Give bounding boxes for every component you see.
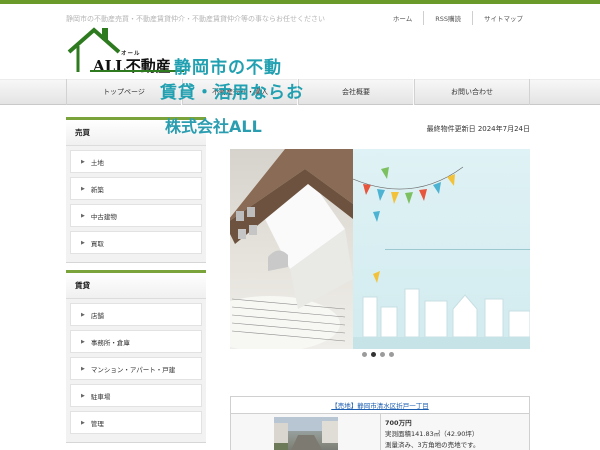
- triangle-right-icon: ▶: [81, 185, 85, 192]
- triangle-right-icon: ▶: [81, 338, 85, 345]
- triangle-right-icon: ▶: [81, 419, 85, 426]
- banner-headline-2: 賃貸・活用ならお: [160, 83, 304, 103]
- carousel-dot[interactable]: [389, 352, 394, 357]
- listing-price: 700万円: [385, 419, 412, 427]
- carousel-dot[interactable]: [362, 352, 367, 357]
- top-accent-bar: [0, 0, 600, 4]
- banner-headline-1: 静岡市の不動: [174, 58, 282, 78]
- sidebar-item-label: マンション・アパート・戸建: [90, 365, 176, 374]
- carousel-dots: [362, 352, 394, 357]
- rss-link[interactable]: RSS購読: [423, 11, 472, 25]
- site-tagline: 静岡市の不動産売買・不動産賃貸仲介・不動産賃貸仲介等の事ならお任せください: [66, 15, 325, 23]
- banner-divider: [385, 249, 530, 250]
- sidebar: 売買 ▶ 土地 ▶ 新築 ▶ 中古建物 ▶ 買取 賃貸 ▶ 店舗 ▶ 事務所・倉庫 ▶ マンシ…: [66, 117, 206, 450]
- nav-contact[interactable]: お問い合わせ: [414, 79, 530, 105]
- listing-body: 700万円 実測面積141.83㎡（42.90坪） 測量済み、3方角地の売地です…: [231, 414, 529, 450]
- sidebar-item-used-building[interactable]: ▶ 中古建物: [70, 204, 202, 227]
- sidebar-item-label: 買取: [90, 239, 104, 248]
- listing-info: 700万円 実測面積141.83㎡（42.90坪） 測量済み、3方角地の売地です…: [381, 414, 480, 450]
- listing-photo[interactable]: [273, 417, 338, 450]
- house-model-icon: [230, 149, 353, 349]
- sidebar-item-store[interactable]: ▶ 店舗: [70, 303, 202, 326]
- sidebar-item-label: 土地: [90, 158, 104, 167]
- sidebar-item-label: 中古建物: [90, 212, 117, 221]
- header-links: ホーム RSS購読 サイトマップ: [382, 11, 534, 25]
- banner-company-name: 株式会社ALL: [165, 117, 262, 136]
- triangle-right-icon: ▶: [81, 392, 85, 399]
- triangle-right-icon: ▶: [81, 311, 85, 318]
- sidebar-item-purchase[interactable]: ▶ 買取: [70, 231, 202, 254]
- land-photo-icon: [273, 417, 338, 450]
- banner-house-photo: [230, 149, 353, 349]
- listing-note: 測量済み、3方角地の売地です。: [385, 441, 480, 449]
- sidebar-item-land[interactable]: ▶ 土地: [70, 150, 202, 173]
- listing-photo-cell: [231, 414, 381, 450]
- carousel-dot[interactable]: [380, 352, 385, 357]
- home-link[interactable]: ホーム: [382, 11, 423, 25]
- sidebar-item-label: 店舗: [90, 311, 104, 320]
- listing-area: 実測面積141.83㎡（42.90坪）: [385, 430, 479, 438]
- site-logo[interactable]: オール ALL不動産: [66, 24, 184, 75]
- logo-underline: [90, 70, 184, 72]
- hero-banner[interactable]: [230, 149, 530, 349]
- carousel-dot-active[interactable]: [371, 352, 376, 357]
- triangle-right-icon: ▶: [81, 158, 85, 165]
- sidebar-section-sale: 売買 ▶ 土地 ▶ 新築 ▶ 中古建物 ▶ 買取: [66, 117, 206, 263]
- nav-company[interactable]: 会社概要: [298, 79, 414, 105]
- sidebar-item-label: 駐車場: [90, 392, 111, 401]
- triangle-right-icon: ▶: [81, 239, 85, 246]
- property-listing: 【売地】静岡市清水区折戸一丁目 700万円 実測面積141.83㎡（42.90坪…: [230, 396, 530, 450]
- triangle-right-icon: ▶: [81, 212, 85, 219]
- sidebar-item-label: 新築: [90, 185, 104, 194]
- sidebar-section-rent: 賃貸 ▶ 店舗 ▶ 事務所・倉庫 ▶ マンション・アパート・戸建 ▶ 駐車場 ▶ 管理: [66, 270, 206, 443]
- triangle-right-icon: ▶: [81, 365, 85, 372]
- sidebar-item-parking[interactable]: ▶ 駐車場: [70, 384, 202, 407]
- last-updated: 最終物件更新日 2024年7月24日: [426, 125, 530, 133]
- sidebar-item-office-warehouse[interactable]: ▶ 事務所・倉庫: [70, 330, 202, 353]
- sidebar-item-label: 管理: [90, 419, 104, 428]
- sitemap-link[interactable]: サイトマップ: [472, 11, 534, 25]
- sidebar-item-residential[interactable]: ▶ マンション・アパート・戸建: [70, 357, 202, 380]
- sidebar-section-title: 賃貸: [66, 273, 206, 299]
- sidebar-item-new-build[interactable]: ▶ 新築: [70, 177, 202, 200]
- logo-text: ALL不動産: [93, 57, 171, 75]
- listing-title-link[interactable]: 【売地】静岡市清水区折戸一丁目: [231, 397, 529, 414]
- sidebar-item-management[interactable]: ▶ 管理: [70, 411, 202, 434]
- sidebar-item-label: 事務所・倉庫: [90, 338, 130, 347]
